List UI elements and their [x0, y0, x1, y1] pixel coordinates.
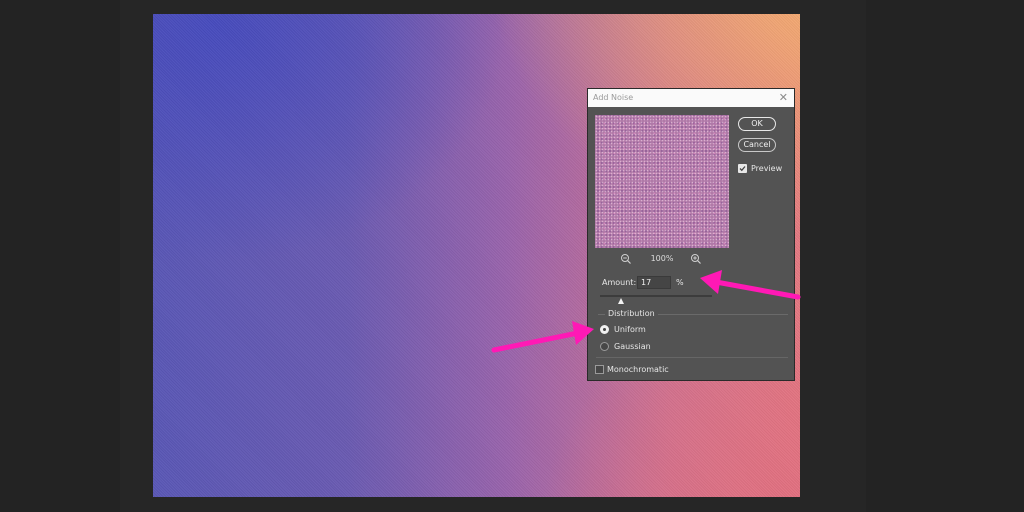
amount-unit: %: [676, 278, 684, 287]
amount-slider-thumb[interactable]: [618, 298, 624, 304]
checkmark-icon: [739, 166, 746, 172]
zoom-level: 100%: [650, 254, 674, 263]
ok-button[interactable]: OK: [738, 117, 776, 131]
close-icon[interactable]: ✕: [779, 91, 788, 104]
preview-label: Preview: [751, 164, 783, 173]
amount-label: Amount:: [602, 278, 637, 287]
workspace-left-panel: [0, 0, 120, 512]
add-noise-dialog: Add Noise ✕ 100% OK Cancel Preview Amoun…: [587, 88, 795, 381]
noise-preview[interactable]: [595, 115, 729, 248]
dialog-titlebar[interactable]: Add Noise ✕: [588, 89, 794, 107]
zoom-out-icon[interactable]: [620, 253, 632, 265]
preview-checkbox[interactable]: [738, 164, 747, 173]
amount-slider-track[interactable]: [600, 295, 712, 297]
monochromatic-checkbox[interactable]: [595, 365, 604, 374]
workspace-right-panel: [866, 0, 1024, 512]
zoom-in-icon[interactable]: [690, 253, 702, 265]
amount-input[interactable]: [637, 276, 671, 289]
uniform-label[interactable]: Uniform: [614, 325, 646, 334]
distribution-label: Distribution: [605, 309, 658, 318]
gaussian-radio[interactable]: [600, 342, 609, 351]
uniform-radio[interactable]: [600, 325, 609, 334]
cancel-button[interactable]: Cancel: [738, 138, 776, 152]
gaussian-label[interactable]: Gaussian: [614, 342, 651, 351]
monochromatic-label[interactable]: Monochromatic: [607, 365, 669, 374]
dialog-title: Add Noise: [593, 93, 634, 102]
divider: [596, 357, 788, 358]
